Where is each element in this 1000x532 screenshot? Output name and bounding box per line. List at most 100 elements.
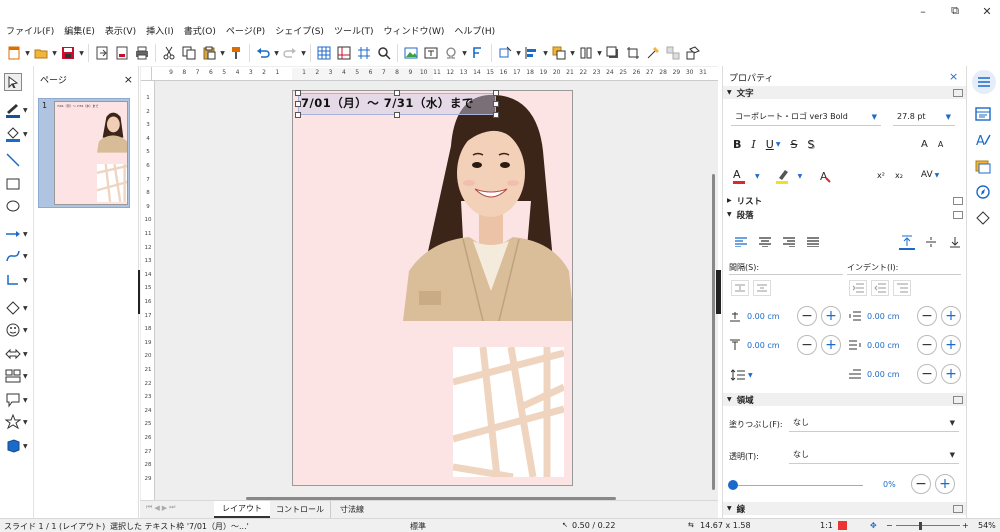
underline-dropdown-icon[interactable]: ▼ xyxy=(776,141,781,148)
shapes-deck-icon[interactable] xyxy=(975,210,991,226)
open-icon[interactable] xyxy=(31,42,51,64)
font-color-button[interactable]: A xyxy=(733,168,749,184)
section-paragraph[interactable]: ▼ 段落 xyxy=(723,208,967,221)
tab-dimension-lines[interactable]: 寸法線 xyxy=(334,501,370,518)
restore-button[interactable]: ⧉ xyxy=(948,4,962,18)
basic-shapes-tool[interactable]: ▼ xyxy=(4,298,32,318)
flowchart-dropdown-icon[interactable]: ▼ xyxy=(23,373,28,380)
layout-style[interactable]: 標準 xyxy=(410,521,426,532)
symbol-shapes-dropdown-icon[interactable]: ▼ xyxy=(23,327,28,334)
minimize-button[interactable]: – xyxy=(916,5,930,18)
transparency-minus-button[interactable]: − xyxy=(911,474,931,494)
digital-signature-icon[interactable] xyxy=(838,521,847,530)
scale-readout[interactable]: 1:1 xyxy=(820,521,833,530)
clone-formatting-icon[interactable] xyxy=(226,42,246,64)
first-line-indent-minus-button[interactable]: − xyxy=(917,364,937,384)
stars-tool[interactable]: ▼ xyxy=(4,412,32,432)
menu-edit[interactable]: 編集(E) xyxy=(64,24,95,37)
vertical-ruler[interactable]: 1 2 3 4 5 6 7 8 9 10 11 12 13 14 15 16 17 18 19 20 21 22 23 24 2… xyxy=(141,81,155,500)
font-color-dropdown-icon[interactable]: ▼ xyxy=(755,173,760,180)
transformations-dropdown-icon[interactable]: ▼ xyxy=(515,42,522,64)
paste-dropdown-icon[interactable]: ▼ xyxy=(219,42,226,64)
curve-dropdown-icon[interactable]: ▼ xyxy=(23,253,28,260)
font-size-combo[interactable]: 27.8 pt ▼ xyxy=(893,108,955,126)
selection-handle[interactable] xyxy=(493,101,499,107)
navigator-deck-icon[interactable] xyxy=(975,184,991,200)
grid-icon[interactable] xyxy=(314,42,334,64)
callout-tool[interactable]: ▼ xyxy=(4,390,32,410)
properties-close-icon[interactable]: × xyxy=(949,70,958,83)
align-center-icon[interactable] xyxy=(757,234,773,250)
basic-shapes-dropdown-icon[interactable]: ▼ xyxy=(23,305,28,312)
align-objects-dropdown-icon[interactable]: ▼ xyxy=(542,42,549,64)
distribute-dropdown-icon[interactable]: ▼ xyxy=(596,42,603,64)
curve-tool[interactable]: ▼ xyxy=(4,246,32,266)
last-tab-icon[interactable]: ⏭ xyxy=(169,503,175,512)
highlight-color-button[interactable] xyxy=(775,168,792,184)
print-icon[interactable] xyxy=(132,42,152,64)
export-pdf-icon[interactable] xyxy=(112,42,132,64)
align-middle-icon[interactable] xyxy=(923,234,939,250)
highlight-dropdown-icon[interactable]: ▼ xyxy=(798,173,803,180)
arrange-icon[interactable] xyxy=(549,42,569,64)
zoom-icon[interactable] xyxy=(374,42,394,64)
arrange-dropdown-icon[interactable]: ▼ xyxy=(569,42,576,64)
fill-select[interactable]: なし ▼ xyxy=(789,414,959,432)
before-indent-value[interactable]: 0.00 cm xyxy=(867,312,913,321)
hanging-indent-icon[interactable] xyxy=(893,280,911,296)
more-options-icon[interactable] xyxy=(953,504,963,513)
more-options-icon[interactable] xyxy=(953,196,963,205)
crop-icon[interactable] xyxy=(623,42,643,64)
connector-tool[interactable]: ▼ xyxy=(4,270,32,290)
line-spacing-button[interactable]: ▼ xyxy=(731,369,753,381)
gallery-deck-icon[interactable] xyxy=(975,158,991,174)
zoom-in-button[interactable]: + xyxy=(962,521,969,530)
transparency-plus-button[interactable]: + xyxy=(935,474,955,494)
superscript-button[interactable]: x² xyxy=(877,171,885,180)
copy-icon[interactable] xyxy=(179,42,199,64)
align-bottom-icon[interactable] xyxy=(947,234,963,250)
selection-handle[interactable] xyxy=(394,90,400,96)
ellipse-tool[interactable] xyxy=(4,196,32,216)
zoom-slider-thumb[interactable] xyxy=(918,522,922,530)
below-spacing-minus-button[interactable]: − xyxy=(797,335,817,355)
insert-textbox-icon[interactable] xyxy=(421,42,441,64)
menu-page[interactable]: ページ(P) xyxy=(226,24,265,37)
selection-handle[interactable] xyxy=(493,112,499,118)
first-line-indent-value[interactable]: 0.00 cm xyxy=(867,370,913,379)
more-options-icon[interactable] xyxy=(953,88,963,97)
bold-button[interactable]: B xyxy=(733,138,741,151)
redo-icon[interactable] xyxy=(280,42,300,64)
selection-handle[interactable] xyxy=(493,90,499,96)
select-tool[interactable] xyxy=(4,72,32,92)
prev-tab-icon[interactable]: ◀ xyxy=(154,504,159,512)
subscript-button[interactable]: x₂ xyxy=(895,171,903,180)
distribute-icon[interactable] xyxy=(576,42,596,64)
after-indent-minus-button[interactable]: − xyxy=(917,335,937,355)
cut-icon[interactable] xyxy=(159,42,179,64)
new-dropdown-icon[interactable]: ▼ xyxy=(24,42,31,64)
open-dropdown-icon[interactable]: ▼ xyxy=(51,42,58,64)
fill-color-dropdown-icon[interactable]: ▼ xyxy=(23,131,28,138)
below-spacing-plus-button[interactable]: + xyxy=(821,335,841,355)
increase-indent-icon[interactable] xyxy=(849,280,867,296)
menu-view[interactable]: 表示(V) xyxy=(105,24,136,37)
underline-button[interactable]: U xyxy=(766,138,774,151)
first-line-indent-plus-button[interactable]: + xyxy=(941,364,961,384)
below-spacing-value[interactable]: 0.00 cm xyxy=(747,341,793,350)
tab-controls[interactable]: コントロール xyxy=(270,501,331,518)
flowchart-tool[interactable]: ▼ xyxy=(4,366,32,386)
line-color-dropdown-icon[interactable]: ▼ xyxy=(23,107,28,114)
undo-icon[interactable] xyxy=(253,42,273,64)
3d-objects-dropdown-icon[interactable]: ▼ xyxy=(23,443,28,450)
grow-font-button[interactable]: A xyxy=(921,139,928,150)
horizontal-ruler[interactable]: 9 8 7 6 5 4 3 2 1 1 2 3 4 5 6 7 8 9 10 11 12 13 14 15 16 17 18 19 20… xyxy=(152,67,718,81)
align-top-icon[interactable] xyxy=(899,234,915,250)
zoom-out-button[interactable]: − xyxy=(886,521,893,530)
shadow-icon[interactable] xyxy=(603,42,623,64)
selection-handle[interactable] xyxy=(295,90,301,96)
font-name-combo[interactable]: コーポレート・ロゴ ver3 Bold ▼ xyxy=(731,108,881,126)
vertical-scrollbar[interactable] xyxy=(712,174,715,490)
special-character-icon[interactable] xyxy=(441,42,461,64)
toggle-extrusion-icon[interactable] xyxy=(683,42,703,64)
